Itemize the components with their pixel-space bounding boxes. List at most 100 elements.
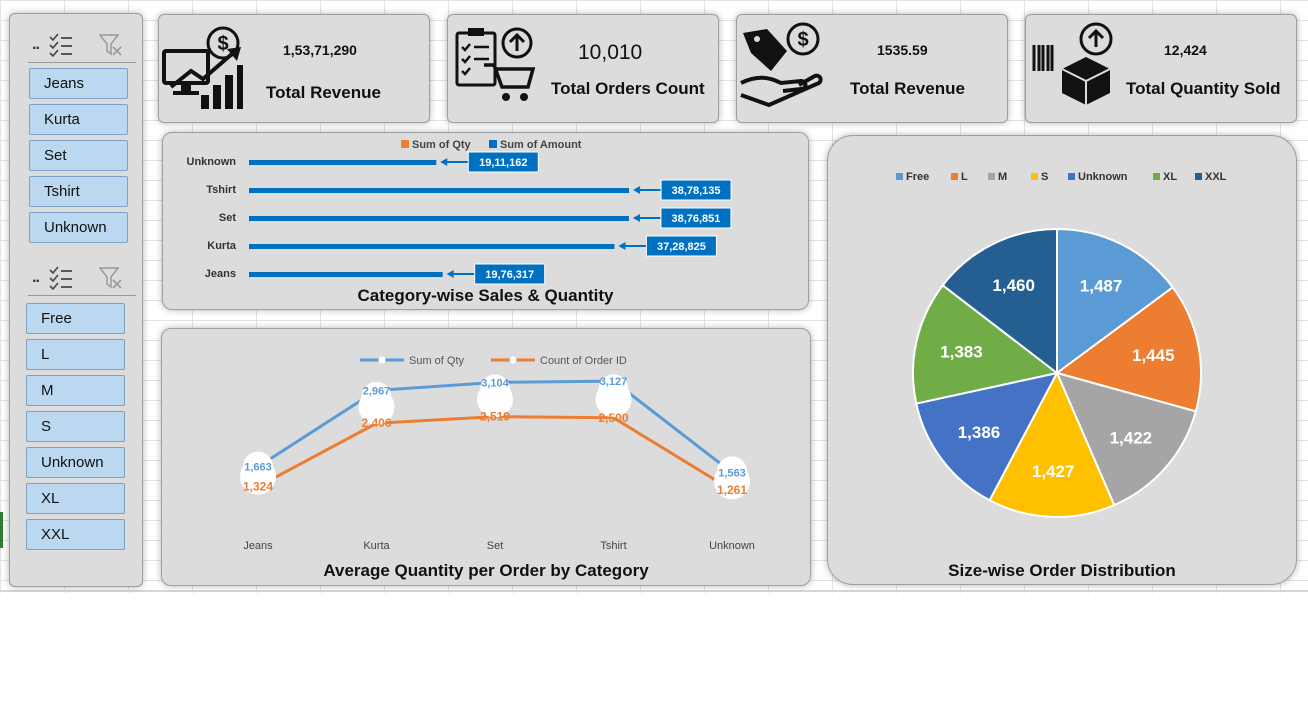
legend-swatch <box>896 173 903 180</box>
chart-title: Size-wise Order Distribution <box>948 561 1176 580</box>
data-label-qty: 1,563 <box>718 468 746 480</box>
legend-label: XL <box>1163 171 1177 183</box>
legend-label: L <box>961 171 968 183</box>
kpi-value: 1535.59 <box>877 42 928 58</box>
chart-title: Average Quantity per Order by Category <box>323 561 649 580</box>
clear-filter-icon[interactable] <box>98 265 124 291</box>
legend-swatch <box>1068 173 1075 180</box>
kpi-card-total-revenue: $ 1,53,71,290 Total Revenue <box>158 14 430 123</box>
legend-label-qty: Sum of Qty <box>412 139 472 151</box>
slice-label: 1,386 <box>958 423 1001 442</box>
slicer-item-unknown-size[interactable]: Unknown <box>26 447 125 478</box>
data-label: 19,76,317 <box>485 269 534 281</box>
slicer-dots-icon: .. <box>32 36 40 53</box>
legend-label: Unknown <box>1078 171 1128 183</box>
category-label: Set <box>219 212 236 224</box>
category-label: Unknown <box>187 156 237 168</box>
legend-label-amount: Sum of Amount <box>500 139 582 151</box>
category-label: Jeans <box>205 268 236 280</box>
legend-label: M <box>998 171 1007 183</box>
size-distribution-chart: Free L M S Unknown XL XXL 1,487 1,445 1,422 1,427 1… <box>827 135 1297 585</box>
selected-row-marker <box>0 512 3 548</box>
data-label-orders: 2,406 <box>361 416 391 430</box>
clear-filter-icon[interactable] <box>98 32 124 58</box>
legend-swatch-qty <box>401 140 409 148</box>
bar-qty <box>249 249 250 250</box>
data-label: 38,78,135 <box>672 185 721 197</box>
kpi-card-avg-revenue: $ 1535.59 Total Revenue <box>736 14 1008 123</box>
data-label-orders: 2,519 <box>480 410 510 424</box>
x-tick-label: Unknown <box>709 540 755 552</box>
bar-amount <box>249 188 630 193</box>
bar-amount <box>249 244 615 249</box>
data-label-qty: 1,663 <box>244 462 272 474</box>
slicer-item-unknown[interactable]: Unknown <box>29 212 128 243</box>
kpi-value: 12,424 <box>1164 42 1207 58</box>
slicer-item-tshirt[interactable]: Tshirt <box>29 176 128 207</box>
slicer-item-jeans[interactable]: Jeans <box>29 68 128 99</box>
size-distribution-svg: Free L M S Unknown XL XXL 1,487 1,445 1,422 1,427 1… <box>896 171 1227 518</box>
callout-arrow <box>633 186 641 194</box>
legend-marker-orders <box>509 356 517 364</box>
legend-swatch <box>1195 173 1202 180</box>
legend-label: Free <box>906 171 929 183</box>
data-label-qty: 2,967 <box>363 385 391 397</box>
slice-label: 1,422 <box>1110 428 1153 447</box>
kpi-card-total-orders: 10,010 Total Orders Count <box>447 14 719 123</box>
bar-qty <box>249 221 250 222</box>
category-slicer-header: .. <box>28 30 136 63</box>
kpi-label: Total Orders Count <box>551 79 705 98</box>
slicer-item-m[interactable]: M <box>26 375 125 406</box>
bar-qty <box>249 165 250 166</box>
kpi-label: Total Revenue <box>850 79 965 98</box>
data-label: 19,11,162 <box>479 157 527 169</box>
category-sales-svg: Sum of Qty Sum of Amount Unknown 19,11,162 T… <box>187 139 732 285</box>
slice-label: 1,383 <box>940 343 983 362</box>
kpi-value: 1,53,71,290 <box>283 42 357 58</box>
slice-label: 1,460 <box>992 276 1035 295</box>
data-label: 37,28,825 <box>657 241 706 253</box>
slicer-item-xl[interactable]: XL <box>26 483 125 514</box>
callout-arrow <box>632 214 640 222</box>
data-label-orders: 1,261 <box>717 483 747 497</box>
slicer-divider <box>28 295 136 296</box>
slicer-dots-icon: .. <box>32 269 40 286</box>
legend-swatch <box>1031 173 1038 180</box>
kpi-label: Total Quantity Sold <box>1126 79 1281 98</box>
legend-swatch <box>1153 173 1160 180</box>
legend-swatch <box>988 173 995 180</box>
bar-qty <box>249 277 250 278</box>
sheet-edge <box>0 590 1308 592</box>
slicer-item-s[interactable]: S <box>26 411 125 442</box>
multi-select-icon[interactable] <box>48 32 74 58</box>
slicer-item-set[interactable]: Set <box>29 140 128 171</box>
line-series-orders <box>257 415 733 492</box>
data-label-orders: 2,500 <box>598 411 628 425</box>
multi-select-icon[interactable] <box>48 265 74 291</box>
slicer-divider <box>28 62 136 63</box>
bar-amount <box>249 272 443 277</box>
box-upload-icon <box>1032 22 1113 105</box>
order-checklist-cart-icon <box>455 27 536 101</box>
category-label: Tshirt <box>206 184 236 196</box>
callout-arrow <box>440 158 448 166</box>
legend-swatch-amount <box>489 140 497 148</box>
slicer-item-l[interactable]: L <box>26 339 125 370</box>
slicer-item-kurta[interactable]: Kurta <box>29 104 128 135</box>
callout-arrow <box>618 242 626 250</box>
category-sales-chart: Sum of Qty Sum of Amount Unknown 19,11,162 T… <box>162 132 809 310</box>
legend-label-orders: Count of Order ID <box>540 355 627 367</box>
x-tick-label: Set <box>487 540 504 552</box>
slice-label: 1,487 <box>1080 277 1123 296</box>
slicer-item-xxl[interactable]: XXL <box>26 519 125 550</box>
data-label: 38,76,851 <box>671 213 720 225</box>
legend-marker-qty <box>378 356 386 364</box>
slicer-item-free[interactable]: Free <box>26 303 125 334</box>
slice-label: 1,445 <box>1132 346 1175 365</box>
svg-text:$: $ <box>217 33 228 55</box>
bar-amount <box>249 160 437 165</box>
legend-swatch <box>951 173 958 180</box>
avg-quantity-svg: Sum of Qty Count of Order ID 1,663 1,324 Jea… <box>240 355 755 552</box>
data-label-orders: 1,324 <box>243 480 273 494</box>
avg-quantity-chart: Sum of Qty Count of Order ID 1,663 1,324 Jea… <box>161 328 811 586</box>
